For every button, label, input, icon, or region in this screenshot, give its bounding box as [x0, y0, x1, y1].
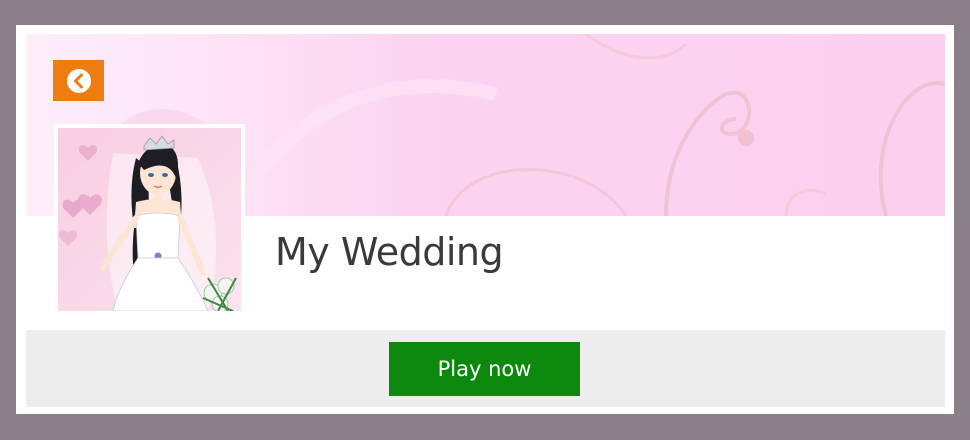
footer-bar: Play now [26, 330, 945, 407]
game-card: My Wedding Play now [16, 25, 954, 414]
back-button[interactable] [53, 60, 104, 101]
chevron-left-circle-icon [66, 68, 91, 93]
game-title: My Wedding [275, 230, 504, 274]
play-now-button[interactable]: Play now [389, 342, 580, 396]
game-thumbnail[interactable] [54, 124, 245, 315]
bride-illustration [58, 128, 241, 311]
